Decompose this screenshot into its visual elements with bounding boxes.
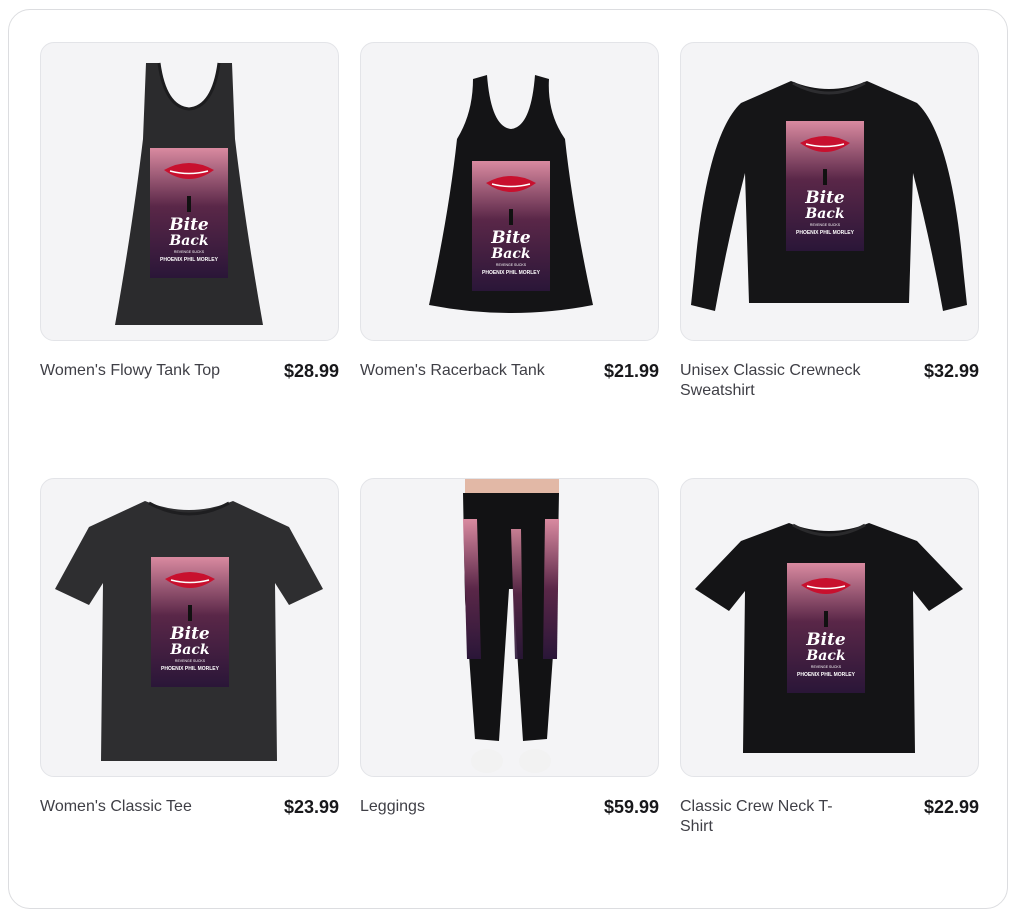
svg-text:Back: Back <box>169 642 209 658</box>
flowy-tank-top-image[interactable]: Bite Back REVENGE SUCKS PHOENIX PHIL MORLEY <box>40 42 339 341</box>
racerback-tank-image[interactable]: Bite Back REVENGE SUCKS PHOENIX PHIL MORLEY <box>360 42 659 341</box>
product-card[interactable]: Bite Back REVENGE SUCKS PHOENIX PHIL MORLEY… <box>360 42 659 403</box>
product-card[interactable]: Bite Back REVENGE SUCKS PHOENIX PHIL MORLEY… <box>680 42 979 403</box>
svg-text:Bite: Bite <box>805 630 846 650</box>
product-price: $21.99 <box>603 361 659 381</box>
product-meta: Women's Flowy Tank Top $28.99 <box>40 361 339 403</box>
svg-text:Back: Back <box>805 648 845 664</box>
product-card[interactable]: Bite Back REVENGE SUCKS PHOENIX PHIL MORLEY… <box>40 42 339 403</box>
product-price: $28.99 <box>283 361 339 381</box>
svg-text:Back: Back <box>168 233 208 249</box>
svg-text:Bite: Bite <box>804 188 845 208</box>
product-price: $22.99 <box>923 797 979 817</box>
product-name[interactable]: Women's Classic Tee <box>40 797 225 817</box>
svg-text:PHOENIX PHIL MORLEY: PHOENIX PHIL MORLEY <box>797 672 856 678</box>
svg-text:PHOENIX PHIL MORLEY: PHOENIX PHIL MORLEY <box>482 270 541 276</box>
classic-tee-image[interactable]: Bite Back REVENGE SUCKS PHOENIX PHIL MORLEY <box>40 478 339 777</box>
product-meta: Classic Crew Neck T-Shirt $22.99 <box>680 797 979 839</box>
svg-text:Back: Back <box>804 206 844 222</box>
product-name[interactable]: Leggings <box>360 797 545 817</box>
product-meta: Women's Racerback Tank $21.99 <box>360 361 659 403</box>
product-price: $23.99 <box>283 797 339 817</box>
svg-text:REVENGE SUCKS: REVENGE SUCKS <box>810 223 841 227</box>
svg-text:REVENGE SUCKS: REVENGE SUCKS <box>811 665 842 669</box>
product-card[interactable]: Leggings $59.99 <box>360 478 659 839</box>
svg-text:REVENGE SUCKS: REVENGE SUCKS <box>174 250 205 254</box>
product-name[interactable]: Women's Flowy Tank Top <box>40 361 225 381</box>
product-price: $59.99 <box>603 797 659 817</box>
svg-text:PHOENIX PHIL MORLEY: PHOENIX PHIL MORLEY <box>160 257 219 263</box>
product-name[interactable]: Classic Crew Neck T-Shirt <box>680 797 865 837</box>
product-meta: Unisex Classic Crewneck Sweatshirt $32.9… <box>680 361 979 403</box>
svg-text:Bite: Bite <box>490 228 531 248</box>
product-name[interactable]: Unisex Classic Crewneck Sweatshirt <box>680 361 865 401</box>
svg-text:PHOENIX PHIL MORLEY: PHOENIX PHIL MORLEY <box>161 666 220 672</box>
svg-text:Bite: Bite <box>168 215 209 235</box>
product-grid-panel: Bite Back REVENGE SUCKS PHOENIX PHIL MORLEY… <box>8 9 1008 909</box>
product-meta: Women's Classic Tee $23.99 <box>40 797 339 839</box>
product-card[interactable]: Bite Back REVENGE SUCKS PHOENIX PHIL MORLEY… <box>680 478 979 839</box>
crew-neck-tshirt-image[interactable]: Bite Back REVENGE SUCKS PHOENIX PHIL MORLEY <box>680 478 979 777</box>
svg-text:PHOENIX PHIL MORLEY: PHOENIX PHIL MORLEY <box>796 230 855 236</box>
product-card[interactable]: Bite Back REVENGE SUCKS PHOENIX PHIL MORLEY… <box>40 478 339 839</box>
product-price: $32.99 <box>923 361 979 381</box>
crewneck-sweatshirt-image[interactable]: Bite Back REVENGE SUCKS PHOENIX PHIL MORLEY <box>680 42 979 341</box>
svg-text:Back: Back <box>490 246 530 262</box>
svg-text:Bite: Bite <box>169 624 210 644</box>
product-meta: Leggings $59.99 <box>360 797 659 839</box>
svg-text:REVENGE SUCKS: REVENGE SUCKS <box>175 659 206 663</box>
product-name[interactable]: Women's Racerback Tank <box>360 361 545 381</box>
svg-text:REVENGE SUCKS: REVENGE SUCKS <box>496 263 527 267</box>
leggings-image[interactable] <box>360 478 659 777</box>
